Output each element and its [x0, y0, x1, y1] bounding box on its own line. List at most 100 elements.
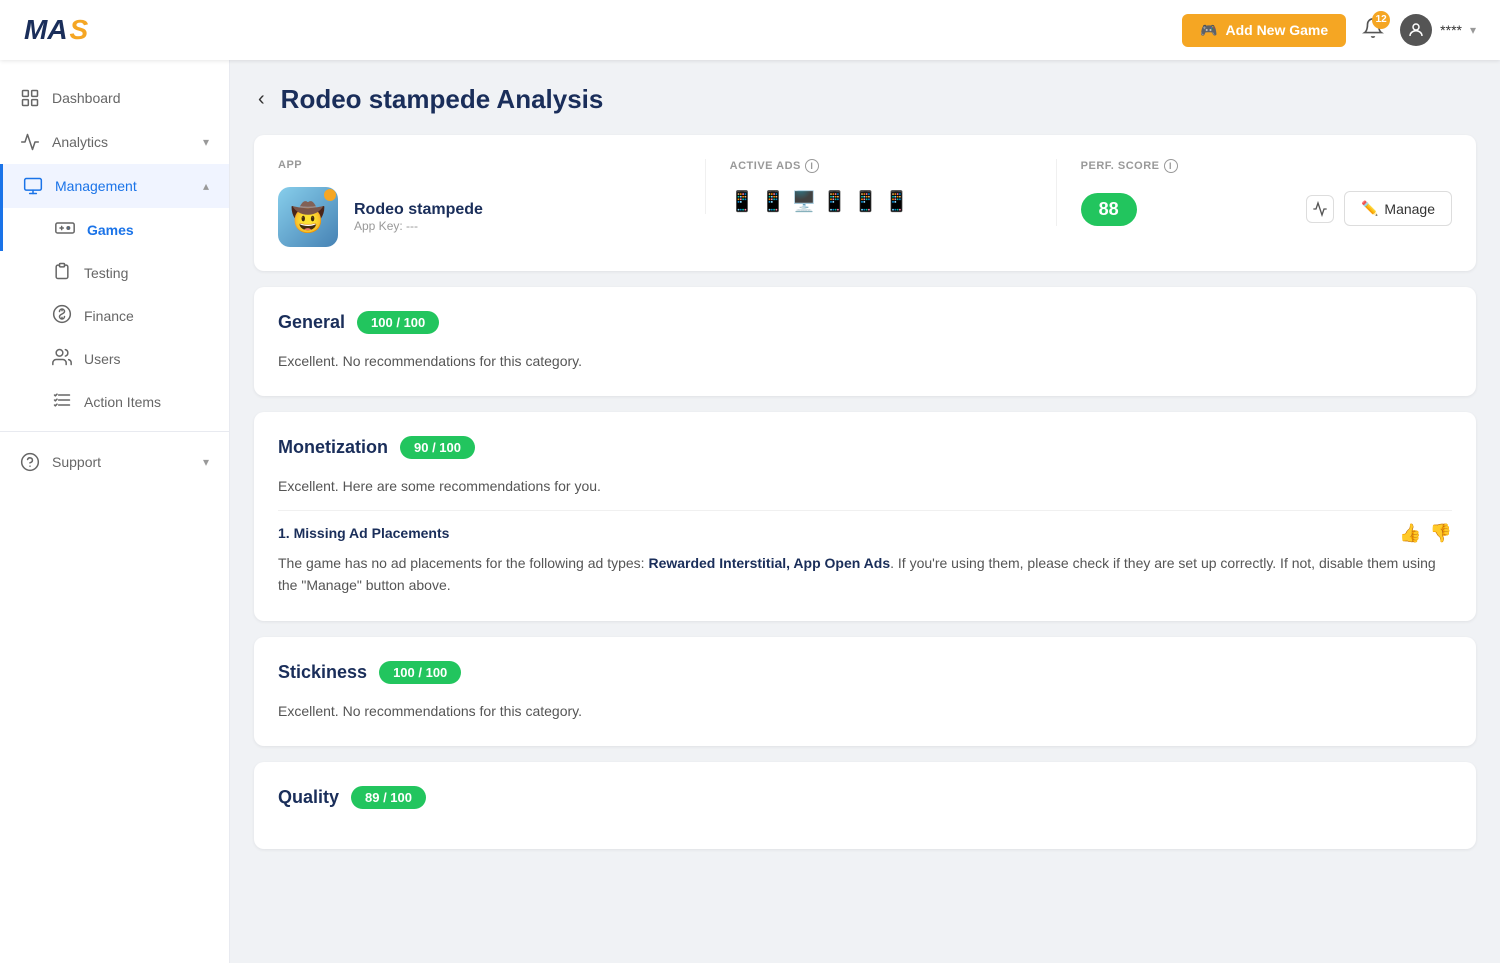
action-items-icon	[52, 390, 72, 413]
sidebar-sub-item-finance[interactable]: Finance	[0, 294, 229, 337]
section-title-general: General	[278, 312, 345, 333]
sidebar-item-dashboard[interactable]: Dashboard	[0, 76, 229, 120]
logo: MAS	[24, 14, 88, 46]
sidebar-sub-item-users[interactable]: Users	[0, 337, 229, 380]
sidebar-label-users: Users	[84, 351, 121, 367]
sidebar-label-action-items: Action Items	[84, 394, 161, 410]
score-badge-stickiness: 100 / 100	[379, 661, 461, 684]
ad-icon-1: 📱	[730, 189, 755, 214]
score-badge-quality: 89 / 100	[351, 786, 426, 809]
sidebar-item-support[interactable]: Support ▾	[0, 440, 229, 484]
app-name: Rodeo stampede	[354, 201, 483, 219]
management-icon	[23, 176, 43, 196]
ad-icon-3: 🖥️	[791, 189, 816, 214]
ad-icon-5: 📱	[853, 189, 878, 214]
feedback-icons-monetization-0: 👍 👎	[1399, 523, 1452, 544]
score-badge-general: 100 / 100	[357, 311, 439, 334]
sidebar-analytics-section: Analytics ▾	[0, 120, 229, 164]
ad-icon-6: 📱	[884, 189, 909, 214]
section-desc-monetization: Excellent. Here are some recommendations…	[278, 475, 1452, 497]
sections-container: General 100 / 100 Excellent. No recommen…	[254, 287, 1476, 849]
add-game-button[interactable]: 🎮 Add New Game	[1182, 14, 1346, 47]
sidebar-label-management: Management	[55, 178, 191, 194]
sidebar-label-games: Games	[87, 222, 134, 238]
sidebar-management-section: Management ▴ Games Testing Finance	[0, 164, 229, 423]
sidebar: Dashboard Analytics ▾ Management ▴	[0, 60, 230, 963]
sidebar-item-management[interactable]: Management ▴	[0, 164, 229, 208]
rec-title-monetization-0: 1. Missing Ad Placements 👍 👎	[278, 523, 1452, 544]
perf-score-col: PERF. SCORE i 88	[1056, 159, 1282, 226]
finance-icon	[52, 304, 72, 327]
sidebar-sub-item-games[interactable]: Games	[0, 208, 229, 251]
active-ads-col: ACTIVE ADS i 📱 📱 🖥️ 📱 📱 📱	[705, 159, 1032, 214]
sidebar-label-testing: Testing	[84, 265, 128, 281]
chart-button[interactable]	[1306, 195, 1334, 223]
perf-score-badge: 88	[1081, 193, 1137, 226]
page-header: ‹ Rodeo stampede Analysis	[254, 84, 1476, 115]
logo-text: MA	[24, 14, 68, 46]
header-right: 🎮 Add New Game 12 **** ▾	[1182, 14, 1476, 47]
thumbs-down-button[interactable]: 👎	[1430, 523, 1452, 544]
section-card-stickiness: Stickiness 100 / 100 Excellent. No recom…	[254, 637, 1476, 746]
sidebar-divider	[0, 431, 229, 432]
section-card-monetization: Monetization 90 / 100 Excellent. Here ar…	[254, 412, 1476, 620]
app-actions: ✏️ Manage	[1306, 191, 1452, 226]
ads-info-icon[interactable]: i	[805, 159, 819, 173]
section-desc-stickiness: Excellent. No recommendations for this c…	[278, 700, 1452, 722]
sidebar-item-analytics[interactable]: Analytics ▾	[0, 120, 229, 164]
analytics-icon	[20, 132, 40, 152]
app-icon: 🤠	[278, 187, 338, 247]
section-header-quality: Quality 89 / 100	[278, 786, 1452, 809]
pencil-icon: ✏️	[1361, 200, 1378, 217]
notification-bell[interactable]: 12	[1362, 17, 1384, 44]
section-title-quality: Quality	[278, 787, 339, 808]
logo-text-accent: S	[70, 14, 89, 46]
app-icon-emoji: 🤠	[291, 201, 326, 234]
score-badge-monetization: 90 / 100	[400, 436, 475, 459]
app-col: APP 🤠 Rodeo stampede App Key: ---	[278, 159, 681, 247]
ad-icon-2: 📱	[761, 189, 786, 214]
section-header-monetization: Monetization 90 / 100	[278, 436, 1452, 459]
management-chevron-icon: ▴	[203, 179, 209, 193]
avatar	[1400, 14, 1432, 46]
users-icon	[52, 347, 72, 370]
section-divider	[278, 510, 1452, 511]
sidebar-label-finance: Finance	[84, 308, 134, 324]
sidebar-sub-item-testing[interactable]: Testing	[0, 251, 229, 294]
sidebar-label-analytics: Analytics	[52, 134, 191, 150]
testing-icon	[52, 261, 72, 284]
support-chevron-icon: ▾	[203, 455, 209, 469]
layout: Dashboard Analytics ▾ Management ▴	[0, 60, 1500, 963]
app-info-text: Rodeo stampede App Key: ---	[354, 201, 483, 233]
sidebar-sub-item-action-items[interactable]: Action Items	[0, 380, 229, 423]
section-card-quality: Quality 89 / 100	[254, 762, 1476, 849]
analytics-chevron-icon: ▾	[203, 135, 209, 149]
dashboard-icon	[20, 88, 40, 108]
app-info-card: APP 🤠 Rodeo stampede App Key: ---	[254, 135, 1476, 271]
col-header-ads: ACTIVE ADS i	[730, 159, 1032, 173]
section-title-stickiness: Stickiness	[278, 662, 367, 683]
col-header-app: APP	[278, 159, 681, 171]
main-content: ‹ Rodeo stampede Analysis APP 🤠	[230, 60, 1500, 963]
section-title-monetization: Monetization	[278, 437, 388, 458]
score-info-icon[interactable]: i	[1164, 159, 1178, 173]
notification-badge: 12	[1372, 11, 1390, 29]
col-header-score: PERF. SCORE i	[1081, 159, 1282, 173]
user-name: ****	[1440, 22, 1462, 38]
header: MAS 🎮 Add New Game 12 **** ▾	[0, 0, 1500, 60]
user-chevron-icon: ▾	[1470, 23, 1476, 37]
section-card-general: General 100 / 100 Excellent. No recommen…	[254, 287, 1476, 396]
user-menu[interactable]: **** ▾	[1400, 14, 1476, 46]
manage-button[interactable]: ✏️ Manage	[1344, 191, 1452, 226]
gamepad-icon: 🎮	[1200, 22, 1217, 39]
page-title: Rodeo stampede Analysis	[281, 84, 604, 115]
thumbs-up-button[interactable]: 👍	[1399, 523, 1421, 544]
support-icon	[20, 452, 40, 472]
sidebar-label-dashboard: Dashboard	[52, 90, 209, 106]
games-icon	[55, 218, 75, 241]
app-details: 🤠 Rodeo stampede App Key: ---	[278, 187, 681, 247]
app-key: App Key: ---	[354, 219, 483, 233]
section-header-stickiness: Stickiness 100 / 100	[278, 661, 1452, 684]
section-header-general: General 100 / 100	[278, 311, 1452, 334]
back-button[interactable]: ‹	[254, 84, 269, 115]
